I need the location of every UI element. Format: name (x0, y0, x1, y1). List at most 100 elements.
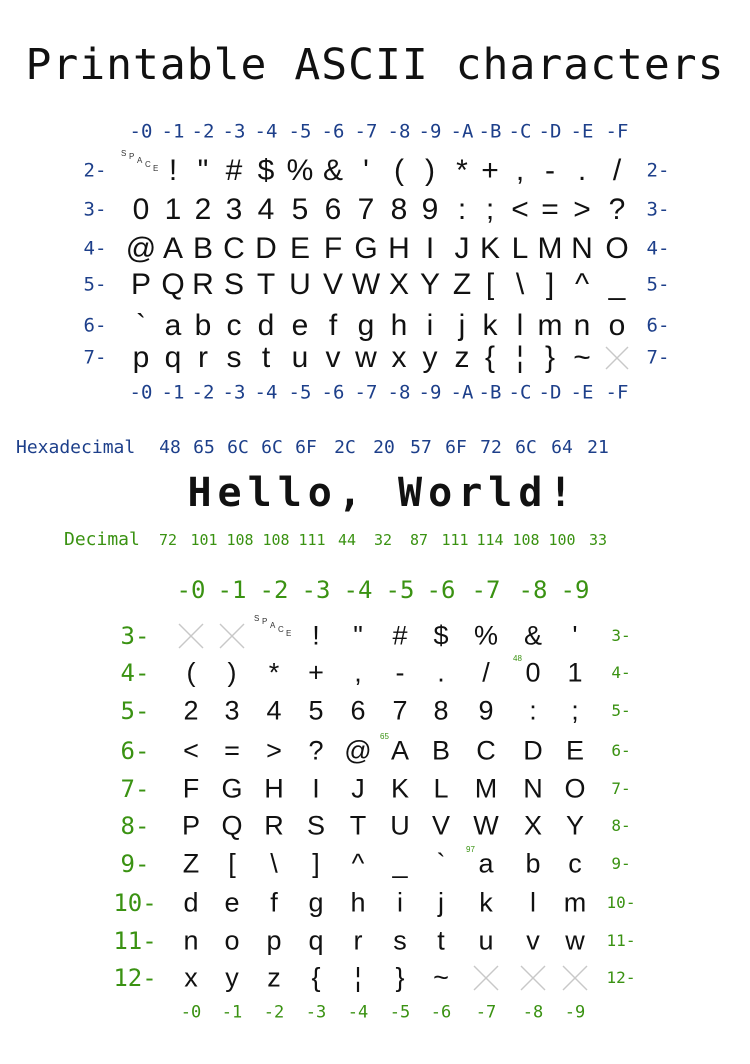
dec-char-cell: d (183, 887, 199, 918)
dec-col-label: -2 (263, 1002, 285, 1023)
dec-char-cell: ! (312, 620, 320, 651)
dec-row-label: 10- (113, 889, 157, 917)
dec-row-label: 7- (611, 779, 631, 798)
dec-char-cell: R (264, 810, 284, 841)
dec-char-cell: Q (221, 810, 243, 841)
dec-row-label: 8- (120, 812, 150, 840)
dec-row-label: 10- (606, 893, 636, 912)
dec-col-label: -1 (217, 576, 247, 604)
dec-row-label: 4- (611, 663, 631, 682)
dec-char-cell: D (523, 735, 543, 766)
dec-char-cell: 7 (392, 695, 408, 726)
dec-char-cell: P (181, 810, 201, 841)
dec-col-label: -5 (385, 576, 415, 604)
dec-col-label: -5 (389, 1002, 411, 1023)
dec-char-cell: k (479, 887, 493, 918)
dec-char-cell: [ (228, 848, 236, 879)
dec-row-label: 4- (120, 659, 150, 687)
dec-col-label: -4 (347, 1002, 369, 1023)
dec-char-cell: s (393, 925, 407, 956)
dec-char-cell: v (526, 925, 540, 956)
dec-char-cell: - (395, 657, 405, 688)
dec-char-cell: * (268, 657, 280, 688)
dec-char-cell: 4 (266, 695, 282, 726)
dec-row-label: 3- (120, 622, 150, 650)
unused-cell-cross (562, 965, 588, 991)
dec-char-cell: W (473, 810, 499, 841)
dec-char-cell: < (183, 735, 199, 766)
dec-char-cell: i (397, 887, 403, 918)
dec-row-label: 5- (120, 697, 150, 725)
dec-col-label: -7 (471, 576, 501, 604)
dec-char-cell: ( (186, 657, 196, 688)
dec-char-cell: B (431, 735, 451, 766)
dec-char-cell: m (563, 887, 587, 918)
dec-char-cell: f (270, 887, 278, 918)
dec-char-cell: , (354, 657, 362, 688)
dec-char-cell: ` (436, 848, 446, 879)
dec-char-cell: F (182, 773, 200, 804)
dec-char-cell: g (308, 887, 324, 918)
dec-col-label: -3 (305, 1002, 327, 1023)
dec-col-label: -7 (475, 1002, 497, 1023)
dec-col-label: -8 (522, 1002, 544, 1023)
dec-char-cell: x (184, 962, 198, 993)
dec-char-cell: = (224, 735, 240, 766)
dec-row-label: 5- (611, 701, 631, 720)
dec-marker: 48 (513, 654, 522, 663)
dec-char-cell: M (474, 773, 498, 804)
dec-char-cell: 0 (525, 657, 541, 688)
dec-row-label: 11- (113, 927, 157, 955)
dec-char-cell: _ (392, 848, 408, 879)
dec-row-label: 9- (611, 854, 631, 873)
dec-col-label: -8 (518, 576, 548, 604)
dec-char-cell: ' (572, 620, 578, 651)
dec-char-cell: Y (565, 810, 585, 841)
dec-char-cell: E (565, 735, 585, 766)
dec-char-cell: t (437, 925, 445, 956)
dec-char-cell: . (437, 657, 445, 688)
dec-col-label: -3 (301, 576, 331, 604)
dec-char-cell: w (565, 925, 585, 956)
dec-char-cell: 6 (350, 695, 366, 726)
dec-char-cell: C (476, 735, 496, 766)
dec-row-label: 6- (120, 737, 150, 765)
dec-char-cell: > (266, 735, 282, 766)
dec-char-cell: e (224, 887, 240, 918)
dec-char-cell: j (438, 887, 444, 918)
dec-char-cell: } (395, 962, 405, 993)
dec-char-cell: K (390, 773, 410, 804)
dec-char-cell: o (224, 925, 240, 956)
dec-char-cell: ¦ (354, 962, 362, 993)
dec-char-cell: ) (227, 657, 237, 688)
dec-char-cell: n (183, 925, 199, 956)
dec-row-label: 7- (120, 775, 150, 803)
dec-char-cell: 9 (478, 695, 494, 726)
dec-row-label: 12- (606, 968, 636, 987)
dec-char-cell: X (523, 810, 543, 841)
dec-char-cell: l (530, 887, 536, 918)
dec-char-cell: u (478, 925, 494, 956)
dec-col-label: -6 (430, 1002, 452, 1023)
dec-char-cell: q (308, 925, 324, 956)
dec-char-cell: S (306, 810, 326, 841)
dec-char-cell: @ (344, 735, 372, 766)
dec-char-cell: 8 (433, 695, 449, 726)
dec-char-cell: c (568, 848, 582, 879)
dec-row-label: 3- (611, 626, 631, 645)
dec-char-cell: J (351, 773, 365, 804)
dec-char-cell: z (267, 962, 281, 993)
dec-char-cell: p (266, 925, 282, 956)
dec-char-cell: $ (433, 620, 449, 651)
unused-cell-cross (219, 623, 245, 649)
dec-char-cell: a (478, 848, 494, 879)
dec-row-label: 8- (611, 816, 631, 835)
dec-col-label: -9 (564, 1002, 586, 1023)
dec-char-cell: & (523, 620, 543, 651)
dec-char-cell: ] (312, 848, 320, 879)
dec-char-cell: r (353, 925, 363, 956)
dec-char-cell: : (529, 695, 537, 726)
dec-char-cell: U (390, 810, 410, 841)
unused-cell-cross (520, 965, 546, 991)
dec-char-cell: I (312, 773, 320, 804)
